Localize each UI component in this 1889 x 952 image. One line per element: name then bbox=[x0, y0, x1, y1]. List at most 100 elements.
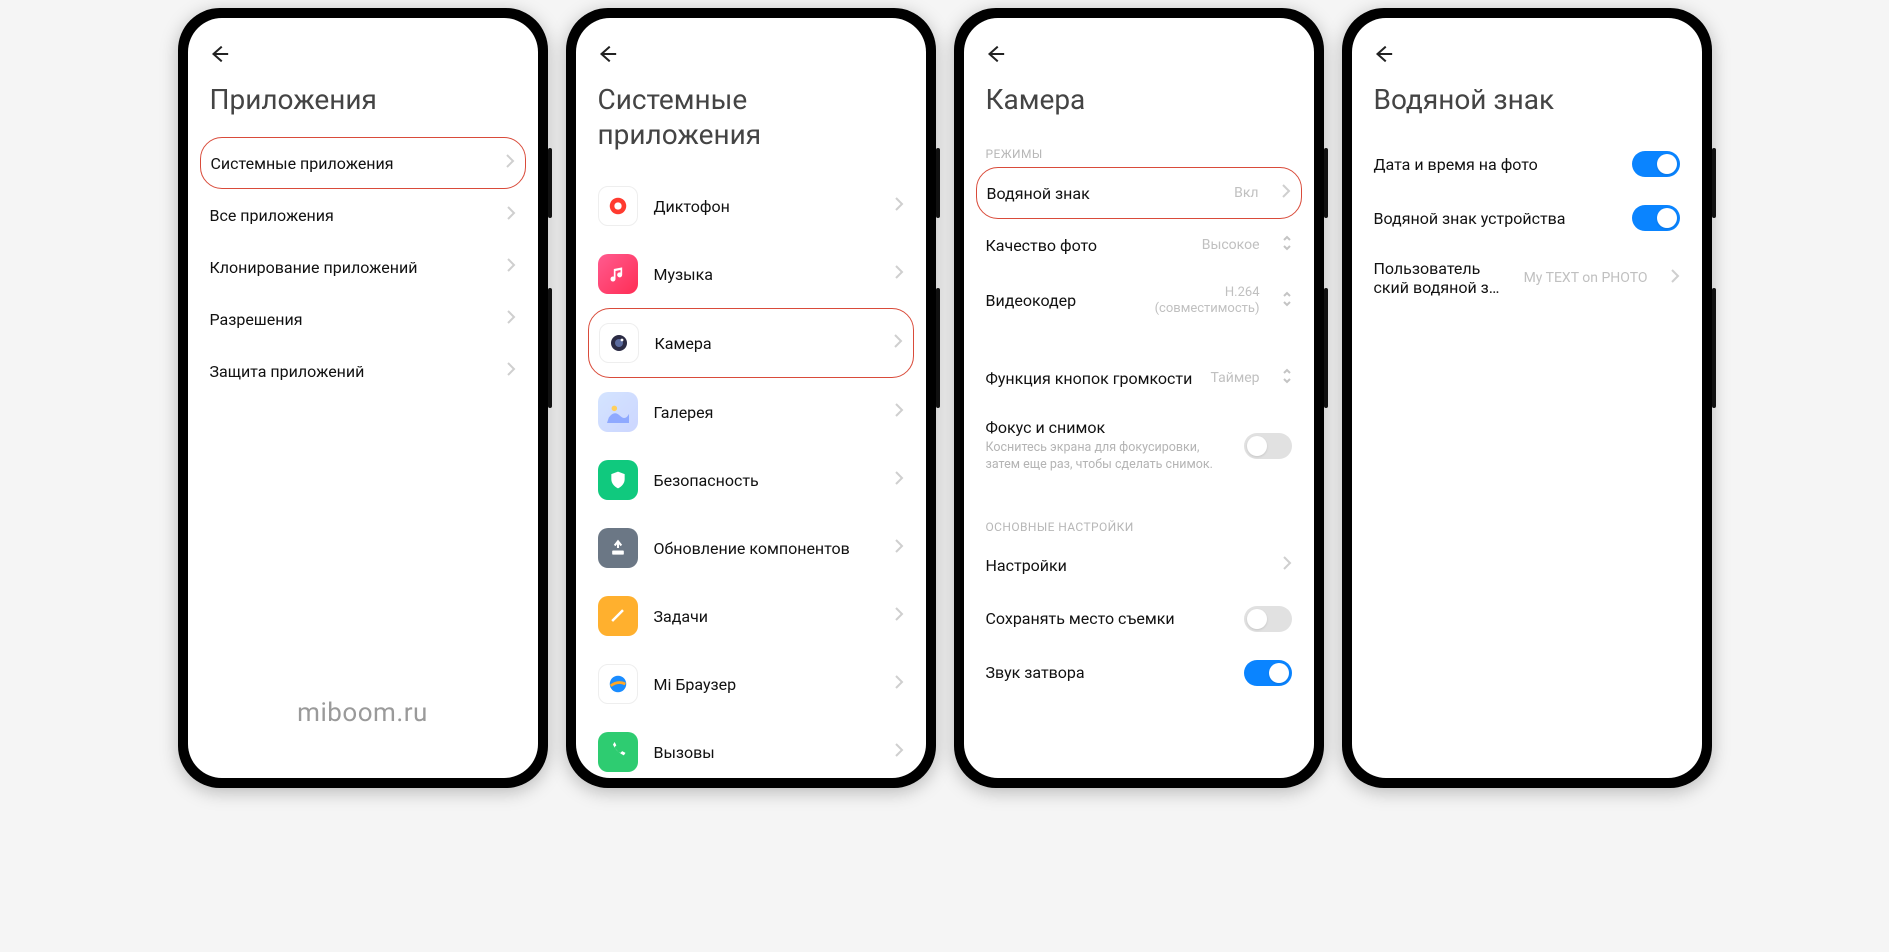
row-label: Фокус и снимок bbox=[986, 418, 1228, 437]
chevron-right-icon bbox=[894, 196, 904, 217]
gallery-icon bbox=[598, 392, 638, 432]
row-device-watermark[interactable]: Водяной знак устройства bbox=[1352, 191, 1702, 245]
chevron-right-icon bbox=[1670, 268, 1680, 289]
chevron-right-icon bbox=[894, 264, 904, 285]
row-permissions[interactable]: Разрешения bbox=[188, 293, 538, 345]
row-app-protection[interactable]: Защита приложений bbox=[188, 345, 538, 397]
image-watermark: miboom.ru bbox=[188, 698, 538, 728]
row-gallery[interactable]: Галерея bbox=[576, 378, 926, 446]
chevron-right-icon bbox=[894, 674, 904, 695]
phone-frame-4: Водяной знак Дата и время на фото Водяно… bbox=[1342, 8, 1712, 788]
row-label: Камера bbox=[655, 334, 871, 353]
row-label: Mi Браузер bbox=[654, 675, 872, 694]
back-arrow-icon bbox=[1372, 43, 1394, 65]
row-label: Настройки bbox=[986, 556, 1260, 575]
toggle-save-location[interactable] bbox=[1244, 606, 1292, 632]
camera-icon bbox=[599, 323, 639, 363]
row-camera[interactable]: Камера bbox=[588, 308, 914, 378]
row-all-apps[interactable]: Все приложения bbox=[188, 189, 538, 241]
toggle-date-time[interactable] bbox=[1632, 151, 1680, 177]
globe-icon bbox=[598, 664, 638, 704]
toggle-device-watermark[interactable] bbox=[1632, 205, 1680, 231]
back-arrow-icon bbox=[596, 43, 618, 65]
phone-frame-1: Приложения Системные приложения Все прил… bbox=[178, 8, 548, 788]
row-recorder[interactable]: Диктофон bbox=[576, 172, 926, 240]
chevron-right-icon bbox=[505, 153, 515, 174]
row-label-line1: Пользователь bbox=[1374, 259, 1508, 278]
row-label: Вызовы bbox=[654, 743, 872, 762]
row-custom-watermark[interactable]: Пользователь ский водяной з… My TEXT on … bbox=[1352, 245, 1702, 311]
row-label: Галерея bbox=[654, 403, 872, 422]
row-security[interactable]: Безопасность bbox=[576, 446, 926, 514]
row-label: Защита приложений bbox=[210, 362, 484, 381]
row-label: Звук затвора bbox=[986, 663, 1228, 682]
back-button[interactable] bbox=[188, 32, 232, 76]
row-label: Системные приложения bbox=[211, 154, 483, 173]
row-update[interactable]: Обновление компонентов bbox=[576, 514, 926, 582]
music-icon bbox=[598, 254, 638, 294]
row-sub: Коснитесь экрана для фокусировки, затем … bbox=[986, 440, 1228, 474]
back-button[interactable] bbox=[964, 32, 1008, 76]
row-label: Безопасность bbox=[654, 471, 872, 490]
row-calls[interactable]: Вызовы bbox=[576, 718, 926, 778]
row-focus-shoot[interactable]: Фокус и снимок Коснитесь экрана для фоку… bbox=[964, 404, 1314, 488]
section-modes: РЕЖИМЫ bbox=[964, 137, 1314, 167]
row-value: Вкл bbox=[1234, 185, 1258, 201]
updown-icon bbox=[1282, 291, 1292, 311]
updown-icon bbox=[1282, 235, 1292, 255]
row-save-location[interactable]: Сохранять место съемки bbox=[964, 592, 1314, 646]
shield-icon bbox=[598, 460, 638, 500]
value-line1: H.264 bbox=[1225, 285, 1260, 301]
row-date-time-photo[interactable]: Дата и время на фото bbox=[1352, 137, 1702, 191]
row-watermark[interactable]: Водяной знак Вкл bbox=[976, 167, 1302, 219]
row-system-apps[interactable]: Системные приложения bbox=[200, 137, 526, 189]
row-label: Музыка bbox=[654, 265, 872, 284]
back-button[interactable] bbox=[1352, 32, 1396, 76]
row-volume-buttons[interactable]: Функция кнопок громкости Таймер bbox=[964, 352, 1314, 404]
toggle-shutter-sound[interactable] bbox=[1244, 660, 1292, 686]
row-label: Видеокодер bbox=[986, 291, 1139, 310]
row-photo-quality[interactable]: Качество фото Высокое bbox=[964, 219, 1314, 271]
page-title: Камера bbox=[964, 76, 1314, 137]
screen-2: Системные приложения Диктофон Музыка Кам… bbox=[576, 18, 926, 778]
value-line2: (совместимость) bbox=[1155, 301, 1260, 317]
chevron-right-icon bbox=[1281, 183, 1291, 204]
chevron-right-icon bbox=[894, 538, 904, 559]
chevron-right-icon bbox=[506, 205, 516, 226]
phone-icon bbox=[598, 732, 638, 772]
chevron-right-icon bbox=[894, 742, 904, 763]
row-label: Диктофон bbox=[654, 197, 872, 216]
phone-frame-2: Системные приложения Диктофон Музыка Кам… bbox=[566, 8, 936, 788]
page-title: Водяной знак bbox=[1352, 76, 1702, 137]
row-value: Высокое bbox=[1202, 237, 1260, 253]
chevron-right-icon bbox=[894, 470, 904, 491]
phone-frame-3: Камера РЕЖИМЫ Водяной знак Вкл Качество … bbox=[954, 8, 1324, 788]
screen-1: Приложения Системные приложения Все прил… bbox=[188, 18, 538, 778]
chevron-right-icon bbox=[506, 257, 516, 278]
row-label: Клонирование приложений bbox=[210, 258, 484, 277]
row-label: Качество фото bbox=[986, 236, 1186, 255]
back-button[interactable] bbox=[576, 32, 620, 76]
row-settings[interactable]: Настройки bbox=[964, 540, 1314, 592]
back-arrow-icon bbox=[208, 43, 230, 65]
row-label: Водяной знак bbox=[987, 184, 1219, 203]
row-label: Все приложения bbox=[210, 206, 484, 225]
row-label: Разрешения bbox=[210, 310, 484, 329]
page-title: Системные приложения bbox=[576, 76, 926, 172]
chevron-right-icon bbox=[894, 402, 904, 423]
row-clone-apps[interactable]: Клонирование приложений bbox=[188, 241, 538, 293]
row-tasks[interactable]: Задачи bbox=[576, 582, 926, 650]
row-value: H.264 (совместимость) bbox=[1155, 285, 1260, 316]
toggle-focus-shoot[interactable] bbox=[1244, 433, 1292, 459]
row-label: Дата и время на фото bbox=[1374, 155, 1616, 174]
row-music[interactable]: Музыка bbox=[576, 240, 926, 308]
chevron-right-icon bbox=[506, 309, 516, 330]
recorder-icon bbox=[598, 186, 638, 226]
row-video-encoder[interactable]: Видеокодер H.264 (совместимость) bbox=[964, 271, 1314, 330]
row-label: Задачи bbox=[654, 607, 872, 626]
row-shutter-sound[interactable]: Звук затвора bbox=[964, 646, 1314, 700]
screen-4: Водяной знак Дата и время на фото Водяно… bbox=[1352, 18, 1702, 778]
tasks-icon bbox=[598, 596, 638, 636]
row-browser[interactable]: Mi Браузер bbox=[576, 650, 926, 718]
back-arrow-icon bbox=[984, 43, 1006, 65]
